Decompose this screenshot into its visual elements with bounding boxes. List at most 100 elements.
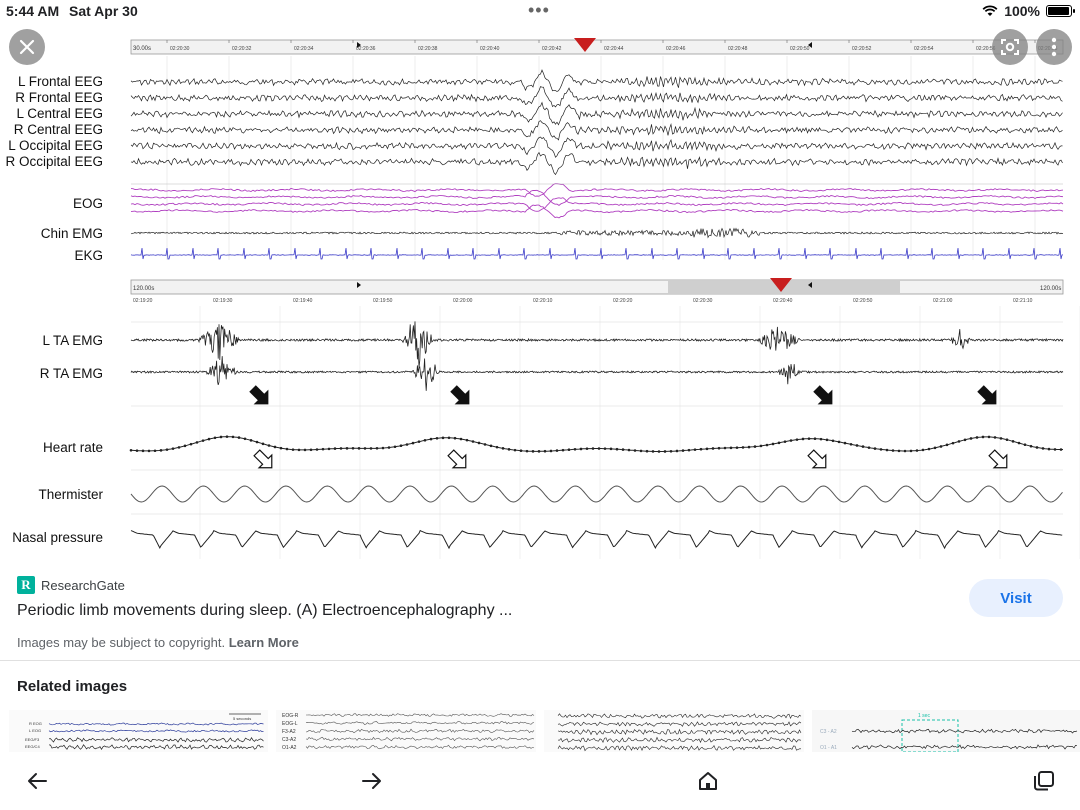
trace-l-central-eeg (130, 101, 1063, 126)
related-image-2-graphic: EOG-R EOG-L F3-A2 C3-A2 O1-A2 (276, 710, 536, 752)
heart-rate-dot (783, 440, 787, 443)
multitasking-dots-icon[interactable]: ••• (528, 0, 550, 21)
heart-rate-dot (597, 447, 601, 450)
related-4-label-2: O1 - A1 (820, 745, 837, 751)
heart-rate-dot (423, 438, 427, 442)
related-2-label-1: EOG-R (282, 713, 299, 719)
related-1-label-3: EEG/F3 (25, 737, 40, 742)
heart-rate-dot (159, 449, 163, 452)
heart-rate-dot (879, 448, 883, 451)
heart-rate-dot (987, 435, 991, 439)
tabs-button[interactable] (1027, 766, 1061, 796)
learn-more-link[interactable]: Learn More (229, 635, 299, 650)
related-4-label-1: C3 - A2 (820, 729, 837, 735)
related-image-3-graphic (544, 710, 804, 752)
close-button[interactable] (9, 29, 45, 65)
heart-rate-dot (237, 436, 241, 439)
heart-rate-dot (315, 448, 319, 451)
related-image-2[interactable]: EOG-R EOG-L F3-A2 C3-A2 O1-A2 (276, 710, 536, 752)
heart-rate-dot (507, 448, 511, 451)
lens-search-button[interactable] (992, 29, 1028, 65)
heart-rate-dot (603, 447, 607, 450)
heart-rate-dot (207, 437, 211, 441)
heart-rate-dot (201, 439, 205, 442)
heart-rate-dot (699, 447, 703, 451)
heart-rate-dot (945, 443, 949, 447)
heart-rate-dot (291, 448, 295, 451)
heart-rate-dot (399, 444, 403, 448)
related-2-label-2: EOG-L (282, 721, 298, 727)
channel-label-nasal-pressure: Nasal pressure (12, 530, 103, 545)
panel-b-scale-right: 120.00s (1040, 286, 1061, 292)
tabs-icon (1034, 771, 1054, 791)
related-4-caption: 1 sec (918, 713, 930, 719)
image-viewer[interactable]: 30.00s 02:20:30 02:20:32 02:20:34 02:20:36 0… (0, 24, 1080, 562)
panel-b-tick: 02:20:10 (533, 298, 553, 304)
heart-rate-dot (855, 444, 859, 447)
channel-label-r-ta-emg: R TA EMG (40, 366, 103, 381)
heart-rate-dot (363, 447, 367, 450)
forward-button[interactable] (355, 766, 389, 796)
visit-button[interactable]: Visit (969, 579, 1063, 617)
heart-rate-dot (549, 449, 553, 453)
source-row[interactable]: R ResearchGate (17, 576, 125, 594)
heart-rate-dot (129, 449, 133, 452)
heart-rate-dot (309, 448, 313, 452)
status-right: 100% (982, 3, 1075, 19)
heart-rate-dot (693, 448, 697, 451)
status-bar: 5:44 AM Sat Apr 30 ••• 100% (0, 0, 1080, 24)
panel-a-tick: 02:20:50 (790, 46, 810, 52)
related-image-3[interactable] (544, 710, 804, 752)
more-options-button[interactable] (1036, 29, 1072, 65)
heart-rate-dot (759, 444, 763, 448)
related-image-4-graphic: 1 sec C3 - A2 O1 - A1 (812, 710, 1080, 752)
panel-a-scale: 30.00s (133, 46, 151, 52)
channel-label-chin-emg: Chin EMG (41, 226, 103, 241)
heart-rate-dot (891, 449, 895, 452)
panel-b-tick: 02:19:50 (373, 298, 393, 304)
channel-label-eog: EOG (73, 196, 103, 211)
panel-a-tick: 02:20:46 (666, 46, 686, 52)
related-image-1[interactable]: 5 seconds R EOG L EOG EEG/F3 EEG/C4 (9, 710, 268, 752)
heart-rate-dot (669, 449, 673, 453)
channel-label-heart-rate: Heart rate (43, 440, 103, 455)
heart-rate-dot (801, 437, 805, 441)
copyright-text: Images may be subject to copyright. (17, 635, 226, 650)
heart-rate-dot (813, 437, 817, 441)
battery-icon (1046, 5, 1075, 17)
heart-rate-dot (1053, 448, 1057, 451)
panel-b-tick: 02:21:10 (1013, 298, 1033, 304)
heart-rate-dot (645, 449, 649, 453)
heart-rate-dot (687, 448, 691, 452)
channel-label-ekg: EKG (74, 248, 103, 263)
heart-rate-dot (231, 435, 235, 439)
trace-r-ta-emg (130, 356, 1064, 391)
heart-rate-dot (933, 446, 937, 450)
home-button[interactable] (691, 766, 725, 796)
heart-rate-dot (1017, 441, 1021, 445)
panel-b-tick: 02:20:20 (613, 298, 633, 304)
heart-rate-dot (825, 438, 829, 442)
related-image-4[interactable]: 1 sec C3 - A2 O1 - A1 (812, 710, 1080, 752)
heart-rate-dot (711, 447, 715, 450)
heart-rate-dot (321, 447, 325, 451)
heart-rate-dot (843, 441, 847, 445)
more-vert-icon (1051, 37, 1057, 57)
image-caption[interactable]: Periodic limb movements during sleep. (A… (17, 602, 512, 620)
heart-rate-dot (351, 447, 355, 450)
trace-nasal-pressure (130, 529, 1063, 550)
heart-rate-dot (543, 449, 547, 453)
heart-rate-dot (1041, 447, 1045, 450)
back-button[interactable] (20, 766, 54, 796)
trace-l-ta-emg (130, 321, 1064, 368)
trace-r-frontal-eeg (130, 86, 1063, 108)
heart-rate-dot (747, 445, 751, 449)
heart-rate-dot (411, 441, 415, 445)
trace-eog-1 (130, 183, 1064, 197)
heart-rate-dot (621, 448, 625, 451)
heart-rate-dot (897, 449, 901, 453)
heart-rate-dot (567, 448, 571, 452)
heart-rate-dot (729, 446, 733, 450)
heart-rate-dot (267, 444, 271, 447)
heart-rate-dot (195, 441, 199, 444)
